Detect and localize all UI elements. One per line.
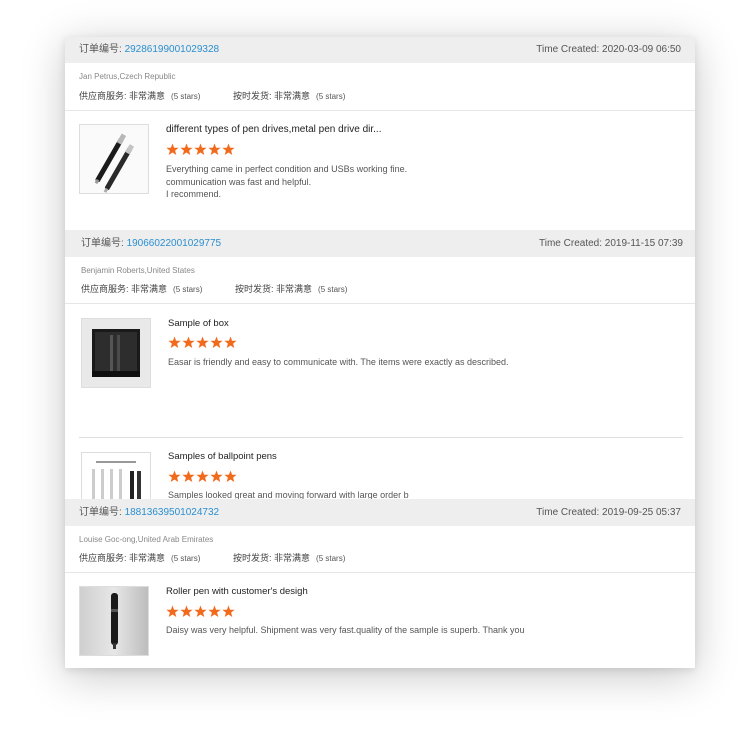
- review-text: Daisy was very helpful. Shipment was ver…: [166, 625, 525, 635]
- buyer-name: Benjamin Roberts,United States: [81, 266, 195, 275]
- supplier-service-rating: 供应商服务: 非常满意 (5 stars): [81, 284, 203, 294]
- order-number-label: 订单编号:: [79, 44, 122, 55]
- star-rating: [166, 605, 236, 618]
- order-block: 订单编号: 29286199001029328 Time Created: 20…: [65, 37, 695, 228]
- reviews-card: 订单编号: 29286199001029328 Time Created: 20…: [65, 37, 695, 668]
- five-star-icon: [166, 605, 235, 617]
- review-text: Everything came in perfect condition and…: [166, 164, 408, 199]
- order-ratings: 供应商服务: 非常满意 (5 stars) 按时发货: 非常满意 (5 stars): [81, 282, 347, 295]
- star-rating: [168, 336, 238, 349]
- on-time-delivery-rating: 按时发货: 非常满意 (5 stars): [235, 284, 348, 294]
- order-ratings: 供应商服务: 非常满意 (5 stars) 按时发货: 非常满意 (5 stars): [79, 89, 345, 102]
- time-created: Time Created: 2020-03-09 06:50: [536, 44, 681, 55]
- star-rating: [168, 470, 238, 483]
- order-block: 订单编号: 18813639501024732 Time Created: 20…: [65, 499, 695, 668]
- box-image: [82, 319, 150, 387]
- five-star-icon: [166, 143, 235, 155]
- order-header: 订单编号: 19066022001029775 Time Created: 20…: [65, 230, 695, 257]
- order-block: 订单编号: 19066022001029775 Time Created: 20…: [65, 230, 695, 522]
- product-thumbnail-roller-pen[interactable]: [79, 586, 149, 656]
- five-star-icon: [168, 470, 237, 482]
- order-number-link[interactable]: 29286199001029328: [125, 44, 220, 55]
- order-number-label: 订单编号:: [81, 238, 124, 249]
- star-rating: [166, 143, 236, 156]
- on-time-delivery-rating: 按时发货: 非常满意 (5 stars): [233, 91, 346, 101]
- supplier-service-rating: 供应商服务: 非常满意 (5 stars): [79, 91, 201, 101]
- buyer-name: Louise Goc-ong,United Arab Emirates: [79, 535, 214, 544]
- on-time-delivery-rating: 按时发货: 非常满意 (5 stars): [233, 553, 346, 563]
- divider: [65, 303, 695, 304]
- five-star-icon: [168, 336, 237, 348]
- order-header: 订单编号: 18813639501024732 Time Created: 20…: [65, 499, 695, 526]
- product-title-link[interactable]: Sample of box: [168, 318, 229, 329]
- item-divider: [79, 437, 683, 438]
- time-created: Time Created: 2019-11-15 07:39: [539, 238, 683, 249]
- product-title-link[interactable]: Roller pen with customer's desigh: [166, 586, 308, 597]
- product-thumbnail-box[interactable]: [81, 318, 151, 388]
- roller-pen-image: [80, 587, 148, 655]
- product-title-link[interactable]: Samples of ballpoint pens: [168, 451, 277, 462]
- order-number-label: 订单编号:: [79, 507, 122, 518]
- order-ratings: 供应商服务: 非常满意 (5 stars) 按时发货: 非常满意 (5 stars): [79, 551, 345, 564]
- supplier-service-rating: 供应商服务: 非常满意 (5 stars): [79, 553, 201, 563]
- pen-drive-image: [80, 125, 148, 193]
- time-created: Time Created: 2019-09-25 05:37: [536, 507, 681, 518]
- product-title-link[interactable]: different types of pen drives,metal pen …: [166, 124, 382, 135]
- order-header: 订单编号: 29286199001029328 Time Created: 20…: [65, 37, 695, 63]
- order-number-link[interactable]: 19066022001029775: [127, 238, 222, 249]
- buyer-name: Jan Petrus,Czech Republic: [79, 72, 176, 81]
- divider: [65, 110, 695, 111]
- divider: [65, 572, 695, 573]
- product-thumbnail-pen-drives[interactable]: [79, 124, 149, 194]
- order-number-link[interactable]: 18813639501024732: [125, 507, 220, 518]
- review-text: Easar is friendly and easy to communicat…: [168, 357, 509, 367]
